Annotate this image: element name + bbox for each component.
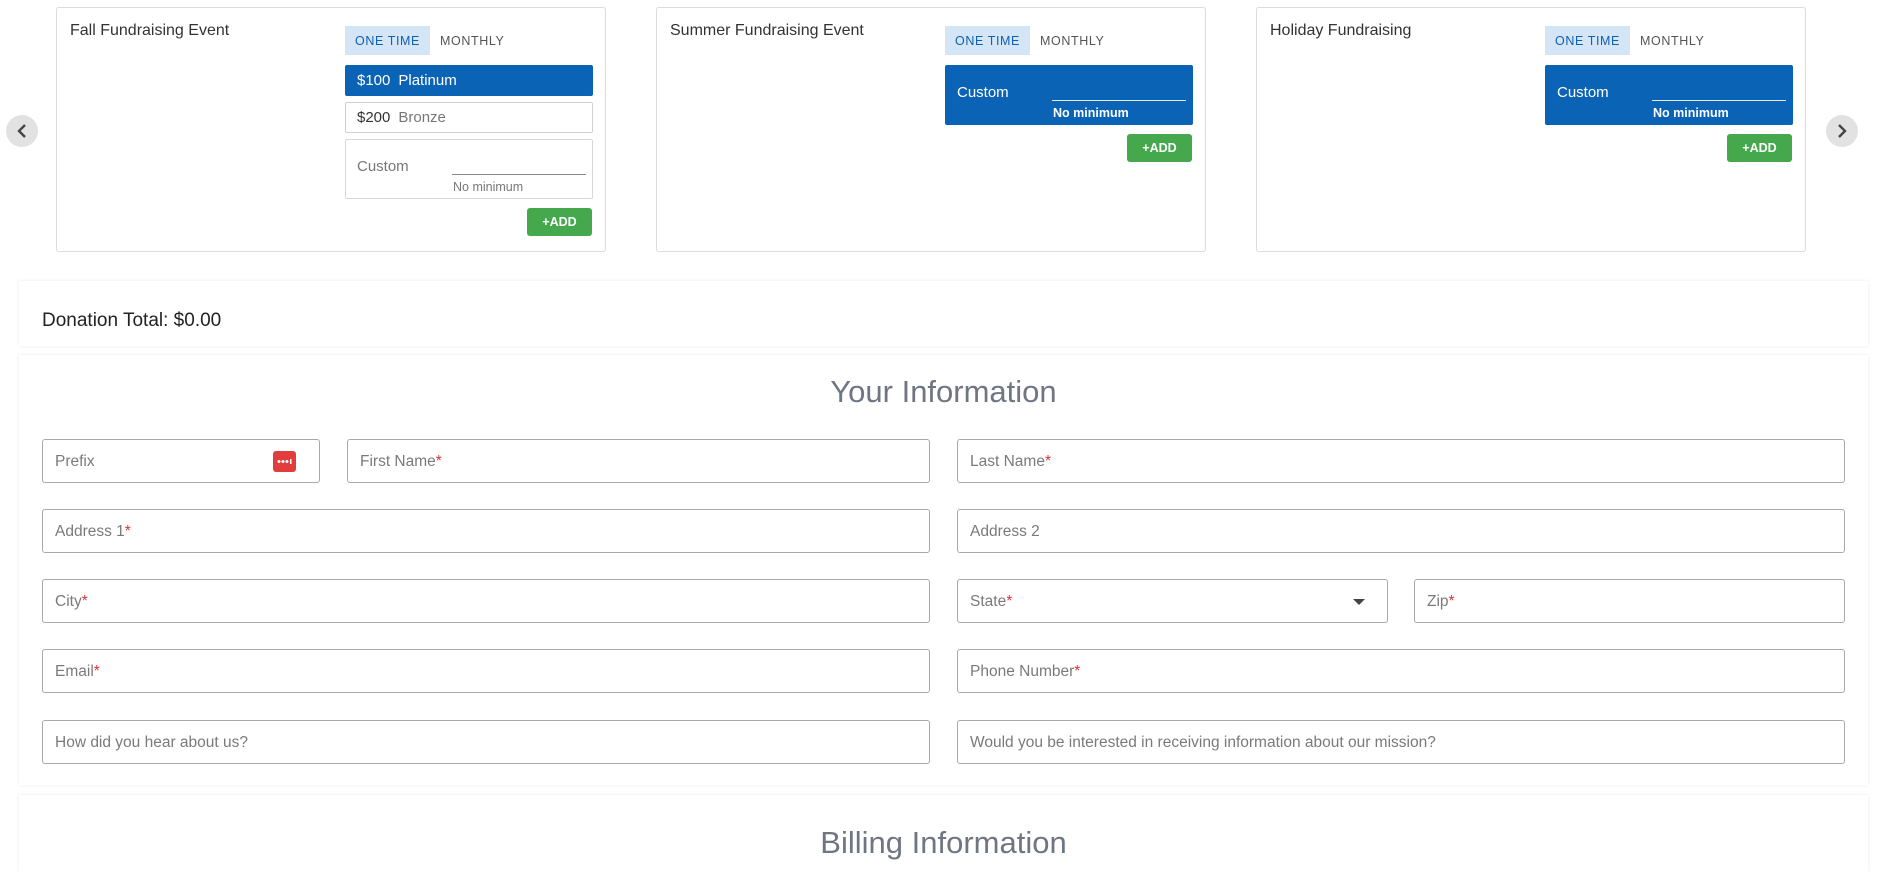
tab-one-time[interactable]: ONE TIME [945, 26, 1030, 55]
fundraising-carousel: Fall Fundraising Event ONE TIME MONTHLY … [0, 0, 1884, 260]
custom-amount-note: No minimum [453, 180, 524, 194]
custom-amount-label: Custom [957, 84, 1009, 101]
address1-field[interactable]: Address 1* [42, 509, 930, 553]
email-field[interactable]: Email* [42, 649, 930, 693]
address2-placeholder: Address 2 [970, 523, 1040, 540]
mission-info-placeholder: Would you be interested in receiving inf… [970, 734, 1436, 751]
donation-total: Donation Total: $0.00 [42, 310, 222, 331]
city-field[interactable]: City* [42, 579, 930, 623]
campaign-title: Summer Fundraising Event [670, 22, 864, 39]
chevron-right-icon [1838, 124, 1847, 138]
last-name-field[interactable]: Last Name* [957, 439, 1845, 483]
prefix-placeholder: Prefix [55, 453, 95, 470]
tab-one-time[interactable]: ONE TIME [1545, 26, 1630, 55]
carousel-next-button[interactable] [1826, 115, 1858, 147]
campaign-card: Holiday Fundraising ONE TIME MONTHLY Cus… [1256, 7, 1806, 252]
first-name-field[interactable]: First Name* [347, 439, 930, 483]
state-placeholder: State* [970, 593, 1013, 610]
custom-amount-underline [452, 174, 586, 175]
state-select[interactable]: State* [957, 579, 1388, 623]
donation-level-option[interactable]: $200 Bronze [345, 102, 593, 133]
campaign-card: Fall Fundraising Event ONE TIME MONTHLY … [56, 7, 606, 252]
prefix-field[interactable]: Prefix [42, 439, 320, 483]
donation-level-option[interactable]: $100 Platinum [345, 65, 593, 96]
campaign-card: Summer Fundraising Event ONE TIME MONTHL… [656, 7, 1206, 252]
tab-one-time[interactable]: ONE TIME [345, 26, 430, 55]
campaign-title: Fall Fundraising Event [70, 22, 230, 39]
frequency-tabs: ONE TIME MONTHLY [945, 26, 1193, 55]
phone-field[interactable]: Phone Number* [957, 649, 1845, 693]
custom-amount-label: Custom [1557, 84, 1609, 101]
phone-placeholder: Phone Number* [970, 663, 1081, 680]
custom-amount-note: No minimum [1053, 106, 1129, 120]
zip-field[interactable]: Zip* [1414, 579, 1845, 623]
tab-monthly[interactable]: MONTHLY [1630, 26, 1714, 55]
level-amount: $200 [357, 109, 391, 126]
caret-down-icon [1353, 599, 1365, 605]
frequency-tabs: ONE TIME MONTHLY [1545, 26, 1793, 55]
frequency-tabs: ONE TIME MONTHLY [345, 26, 593, 55]
add-donation-button[interactable]: +ADD [1727, 134, 1792, 162]
custom-amount-underline [1652, 100, 1786, 101]
email-placeholder: Email* [55, 663, 100, 680]
level-name: Platinum [398, 72, 457, 89]
custom-amount-note: No minimum [1653, 106, 1729, 120]
level-amount: $100 [357, 72, 391, 89]
custom-amount-underline [1052, 100, 1186, 101]
hear-about-field[interactable]: How did you hear about us? [42, 720, 930, 764]
zip-placeholder: Zip* [1427, 593, 1455, 610]
donation-total-panel: Donation Total: $0.00 [19, 281, 1868, 346]
address2-field[interactable]: Address 2 [957, 509, 1845, 553]
level-name: Bronze [398, 109, 446, 126]
chevron-left-icon [17, 124, 26, 138]
mission-info-field[interactable]: Would you be interested in receiving inf… [957, 720, 1845, 764]
custom-amount-label: Custom [357, 158, 409, 175]
your-information-section: Your Information Prefix First Name* Last… [19, 355, 1868, 785]
hear-about-placeholder: How did you hear about us? [55, 734, 249, 751]
billing-information-section: Billing Information [19, 795, 1868, 872]
address1-placeholder: Address 1* [55, 523, 131, 540]
add-donation-button[interactable]: +ADD [527, 208, 592, 236]
password-manager-icon[interactable] [273, 451, 296, 472]
custom-amount-input[interactable]: Custom No minimum [945, 65, 1193, 125]
add-donation-button[interactable]: +ADD [1127, 134, 1192, 162]
last-name-placeholder: Last Name* [970, 453, 1051, 470]
section-title: Billing Information [820, 825, 1067, 860]
donation-options: ONE TIME MONTHLY Custom No minimum [945, 26, 1193, 125]
custom-amount-input[interactable]: Custom No minimum [345, 139, 593, 199]
carousel-prev-button[interactable] [6, 115, 38, 147]
campaign-title: Holiday Fundraising [1270, 22, 1412, 39]
donation-options: ONE TIME MONTHLY $100 Platinum $200 Bron… [345, 26, 593, 199]
tab-monthly[interactable]: MONTHLY [430, 26, 514, 55]
custom-amount-input[interactable]: Custom No minimum [1545, 65, 1793, 125]
donation-options: ONE TIME MONTHLY Custom No minimum [1545, 26, 1793, 125]
first-name-placeholder: First Name* [360, 453, 442, 470]
section-title: Your Information [830, 374, 1057, 409]
tab-monthly[interactable]: MONTHLY [1030, 26, 1114, 55]
city-placeholder: City* [55, 593, 88, 610]
